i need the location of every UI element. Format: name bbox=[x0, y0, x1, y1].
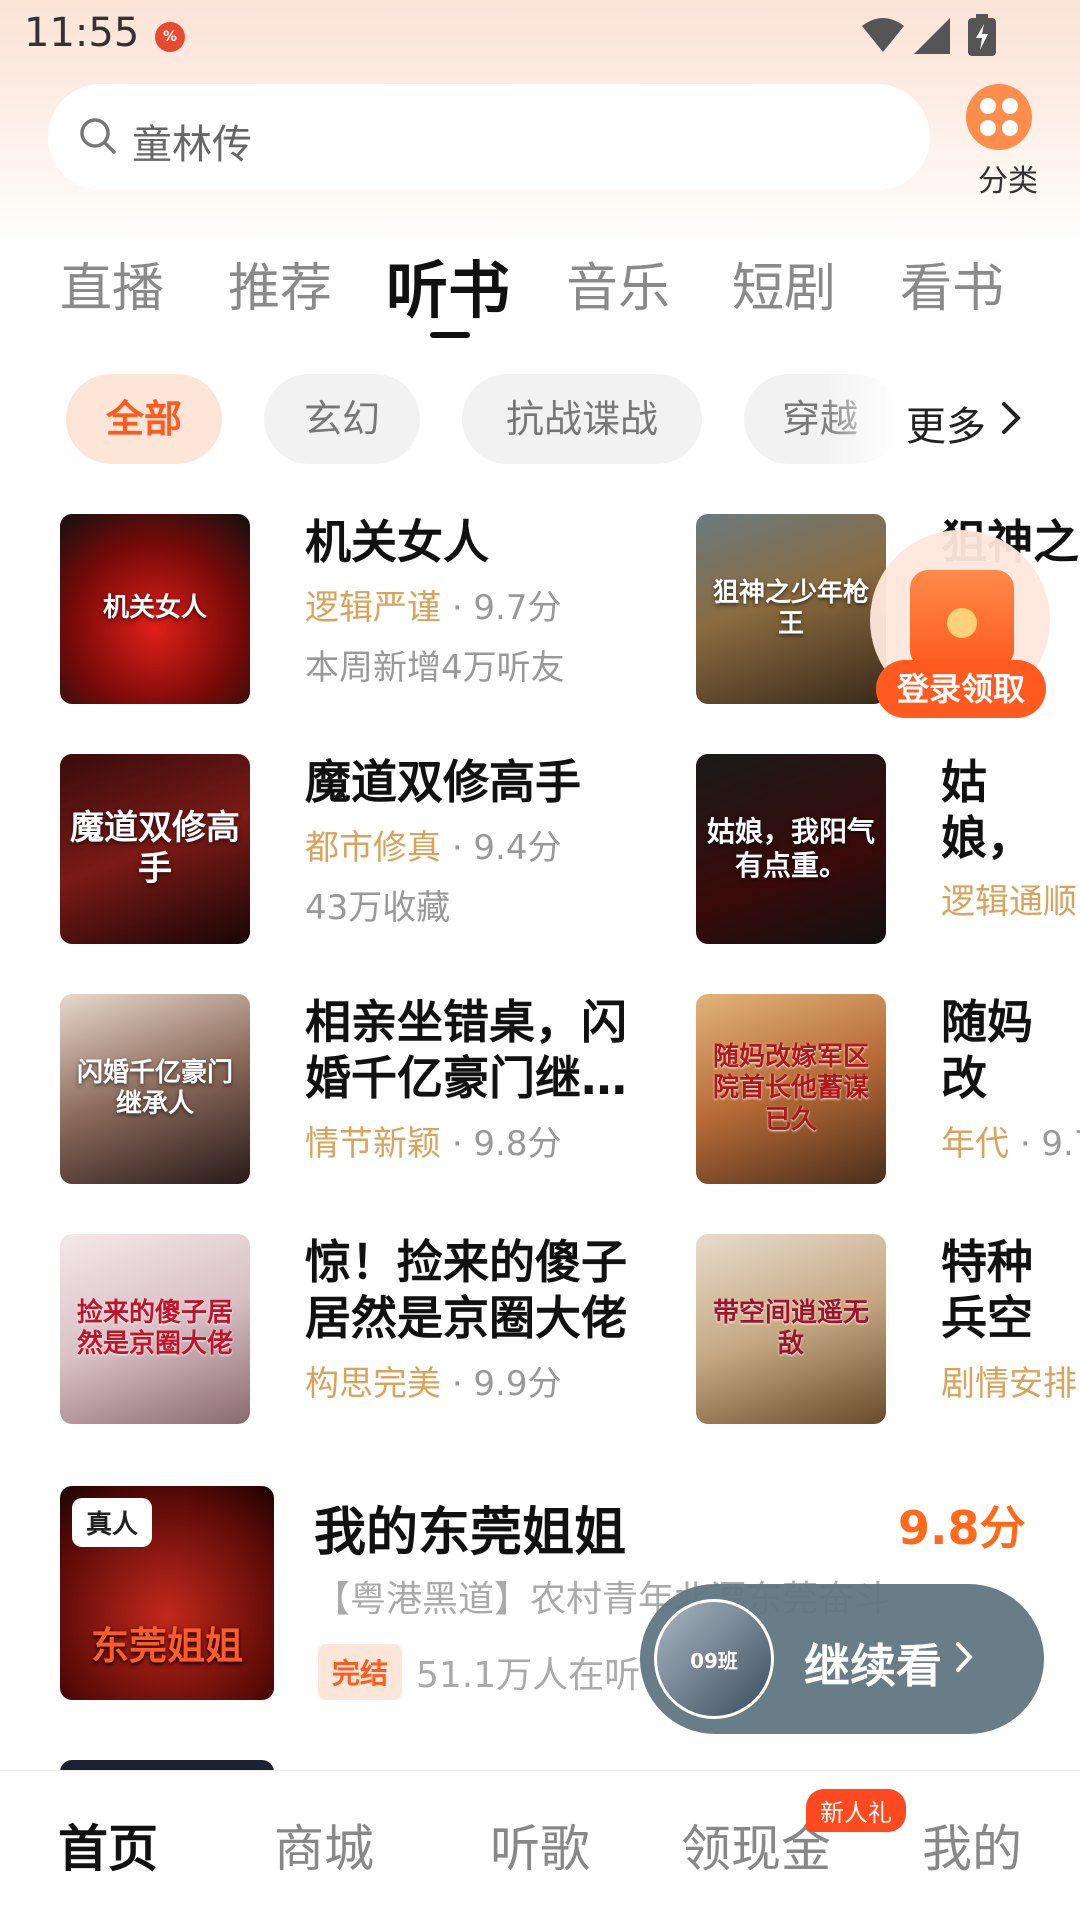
genre-filter-row: 全部 玄幻 抗战谍战 穿越 更多 bbox=[0, 374, 1080, 466]
real-voice-badge: 真人 bbox=[72, 1498, 153, 1547]
continue-thumbnail: 09班 bbox=[654, 1599, 774, 1719]
book-cover: 随妈改嫁军区院首长他蓄谋已久 bbox=[696, 994, 886, 1184]
continue-label: 继续看 bbox=[804, 1639, 942, 1693]
search-icon bbox=[80, 118, 116, 154]
tab-recommend[interactable]: 推荐 bbox=[228, 246, 332, 321]
book-cover: 狙神之少年枪王 bbox=[696, 514, 886, 704]
category-grid-icon bbox=[966, 84, 1032, 150]
book-title: 随妈改院：首 bbox=[941, 995, 1033, 1105]
book-stats: 本周新增4万听友 bbox=[305, 648, 565, 688]
login-reward-button[interactable]: 登录领取 bbox=[870, 530, 1050, 725]
search-placeholder: 童林传 bbox=[132, 122, 252, 168]
bottom-navigation: 首页 商城 听歌 领现金 我的 新人礼 bbox=[0, 1770, 1080, 1920]
tab-short-drama[interactable]: 短剧 bbox=[732, 246, 836, 321]
book-card[interactable]: 姑娘，我阳气有点重。 姑娘，点重！ 逻辑通顺 bbox=[696, 754, 1080, 954]
status-time: 11:55 bbox=[24, 10, 140, 56]
book-meta: 剧情安排 bbox=[941, 1364, 1077, 1404]
tab-music[interactable]: 音乐 bbox=[566, 246, 670, 321]
chip-fantasy[interactable]: 玄幻 bbox=[264, 374, 420, 464]
book-card[interactable]: 随妈改嫁军区院首长他蓄谋已久 随妈改院：首 年代 · 9.7 bbox=[696, 994, 1080, 1194]
book-card[interactable]: 捡来的傻子居然是京圈大佬 惊！捡来的傻子居然是京圈大佬 构思完美 · 9.9分 bbox=[60, 1234, 627, 1434]
featured-book-score: 9.8分 bbox=[898, 1501, 1026, 1555]
featured-book-title[interactable]: 我的东莞姐姐 bbox=[314, 1490, 626, 1565]
tab-read[interactable]: 看书 bbox=[900, 246, 1004, 321]
book-cover: 带空间逍遥无敌 bbox=[696, 1234, 886, 1424]
wifi-icon bbox=[862, 18, 904, 52]
chip-all[interactable]: 全部 bbox=[66, 374, 222, 464]
book-card[interactable]: 魔道双修高手 魔道双修高手 都市修真 · 9.4分 43万收藏 bbox=[60, 754, 620, 954]
book-card[interactable]: 带空间逍遥无敌 特种兵空间逍 剧情安排 bbox=[696, 1234, 1080, 1434]
new-user-gift-badge: 新人礼 bbox=[806, 1789, 906, 1832]
book-cover: 魔道双修高手 bbox=[60, 754, 250, 944]
book-meta: 年代 · 9.7 bbox=[941, 1124, 1080, 1164]
battery-charging-icon bbox=[968, 14, 996, 56]
book-title: 姑娘，点重！ bbox=[941, 755, 1033, 865]
chip-fade bbox=[820, 374, 910, 464]
category-label: 分类 bbox=[978, 164, 1038, 199]
active-tab-indicator bbox=[430, 332, 470, 338]
coin-icon bbox=[947, 608, 977, 638]
signal-icon bbox=[914, 18, 950, 54]
book-meta: 都市修真 · 9.4分 bbox=[305, 828, 562, 868]
book-cover: 闪婚千亿豪门继承人 bbox=[60, 994, 250, 1184]
book-cover: 姑娘，我阳气有点重。 bbox=[696, 754, 886, 944]
book-meta: 逻辑通顺 bbox=[941, 882, 1077, 922]
top-tabs: 直播 推荐 听书 音乐 短剧 看书 bbox=[0, 240, 1080, 340]
status-bar: 11:55 % bbox=[0, 0, 1080, 76]
book-cover: 捡来的傻子居然是京圈大佬 bbox=[60, 1234, 250, 1424]
login-reward-label: 登录领取 bbox=[876, 660, 1046, 718]
nav-home[interactable]: 首页 bbox=[0, 1809, 216, 1881]
more-genres-button[interactable]: 更多 bbox=[906, 394, 986, 452]
category-button[interactable]: 分类 bbox=[956, 84, 1066, 199]
book-meta: 逻辑严谨 · 9.7分 bbox=[305, 588, 562, 628]
tab-audiobook[interactable]: 听书 bbox=[386, 240, 510, 330]
book-title: 魔道双修高手 bbox=[305, 755, 581, 809]
book-card[interactable]: 机关女人 机关女人 逻辑严谨 · 9.7分 本周新增4万听友 bbox=[60, 514, 620, 714]
nav-songs[interactable]: 听歌 bbox=[432, 1809, 648, 1881]
tab-live[interactable]: 直播 bbox=[60, 246, 164, 321]
continue-watching-button[interactable]: 09班 继续看 bbox=[640, 1584, 1044, 1734]
book-title: 相亲坐错桌，闪婚千亿豪门继… bbox=[305, 995, 627, 1105]
book-meta: 构思完美 · 9.9分 bbox=[305, 1364, 562, 1404]
book-title: 惊！捡来的傻子居然是京圈大佬 bbox=[305, 1235, 627, 1345]
book-title: 机关女人 bbox=[305, 515, 489, 569]
book-card[interactable]: 闪婚千亿豪门继承人 相亲坐错桌，闪婚千亿豪门继… 情节新颖 · 9.8分 bbox=[60, 994, 627, 1194]
book-stats: 43万收藏 bbox=[305, 888, 451, 928]
featured-cover-text: 东莞姐姐 bbox=[90, 1623, 243, 1668]
featured-listener-count: 51.1万人在听 bbox=[416, 1655, 641, 1696]
featured-book-cover[interactable]: 真人 东莞姐姐 bbox=[60, 1486, 274, 1700]
search-input[interactable]: 童林传 bbox=[48, 84, 930, 190]
nav-mall[interactable]: 商城 bbox=[216, 1809, 432, 1881]
chevron-right-icon bbox=[1002, 402, 1021, 434]
chevron-right-icon bbox=[956, 1642, 973, 1672]
notification-app-icon: % bbox=[155, 22, 185, 52]
completed-badge: 完结 bbox=[318, 1644, 403, 1700]
book-cover: 机关女人 bbox=[60, 514, 250, 704]
book-meta: 情节新颖 · 9.8分 bbox=[305, 1124, 562, 1164]
chip-war-spy[interactable]: 抗战谍战 bbox=[462, 374, 702, 464]
book-title: 特种兵空间逍 bbox=[941, 1235, 1033, 1345]
